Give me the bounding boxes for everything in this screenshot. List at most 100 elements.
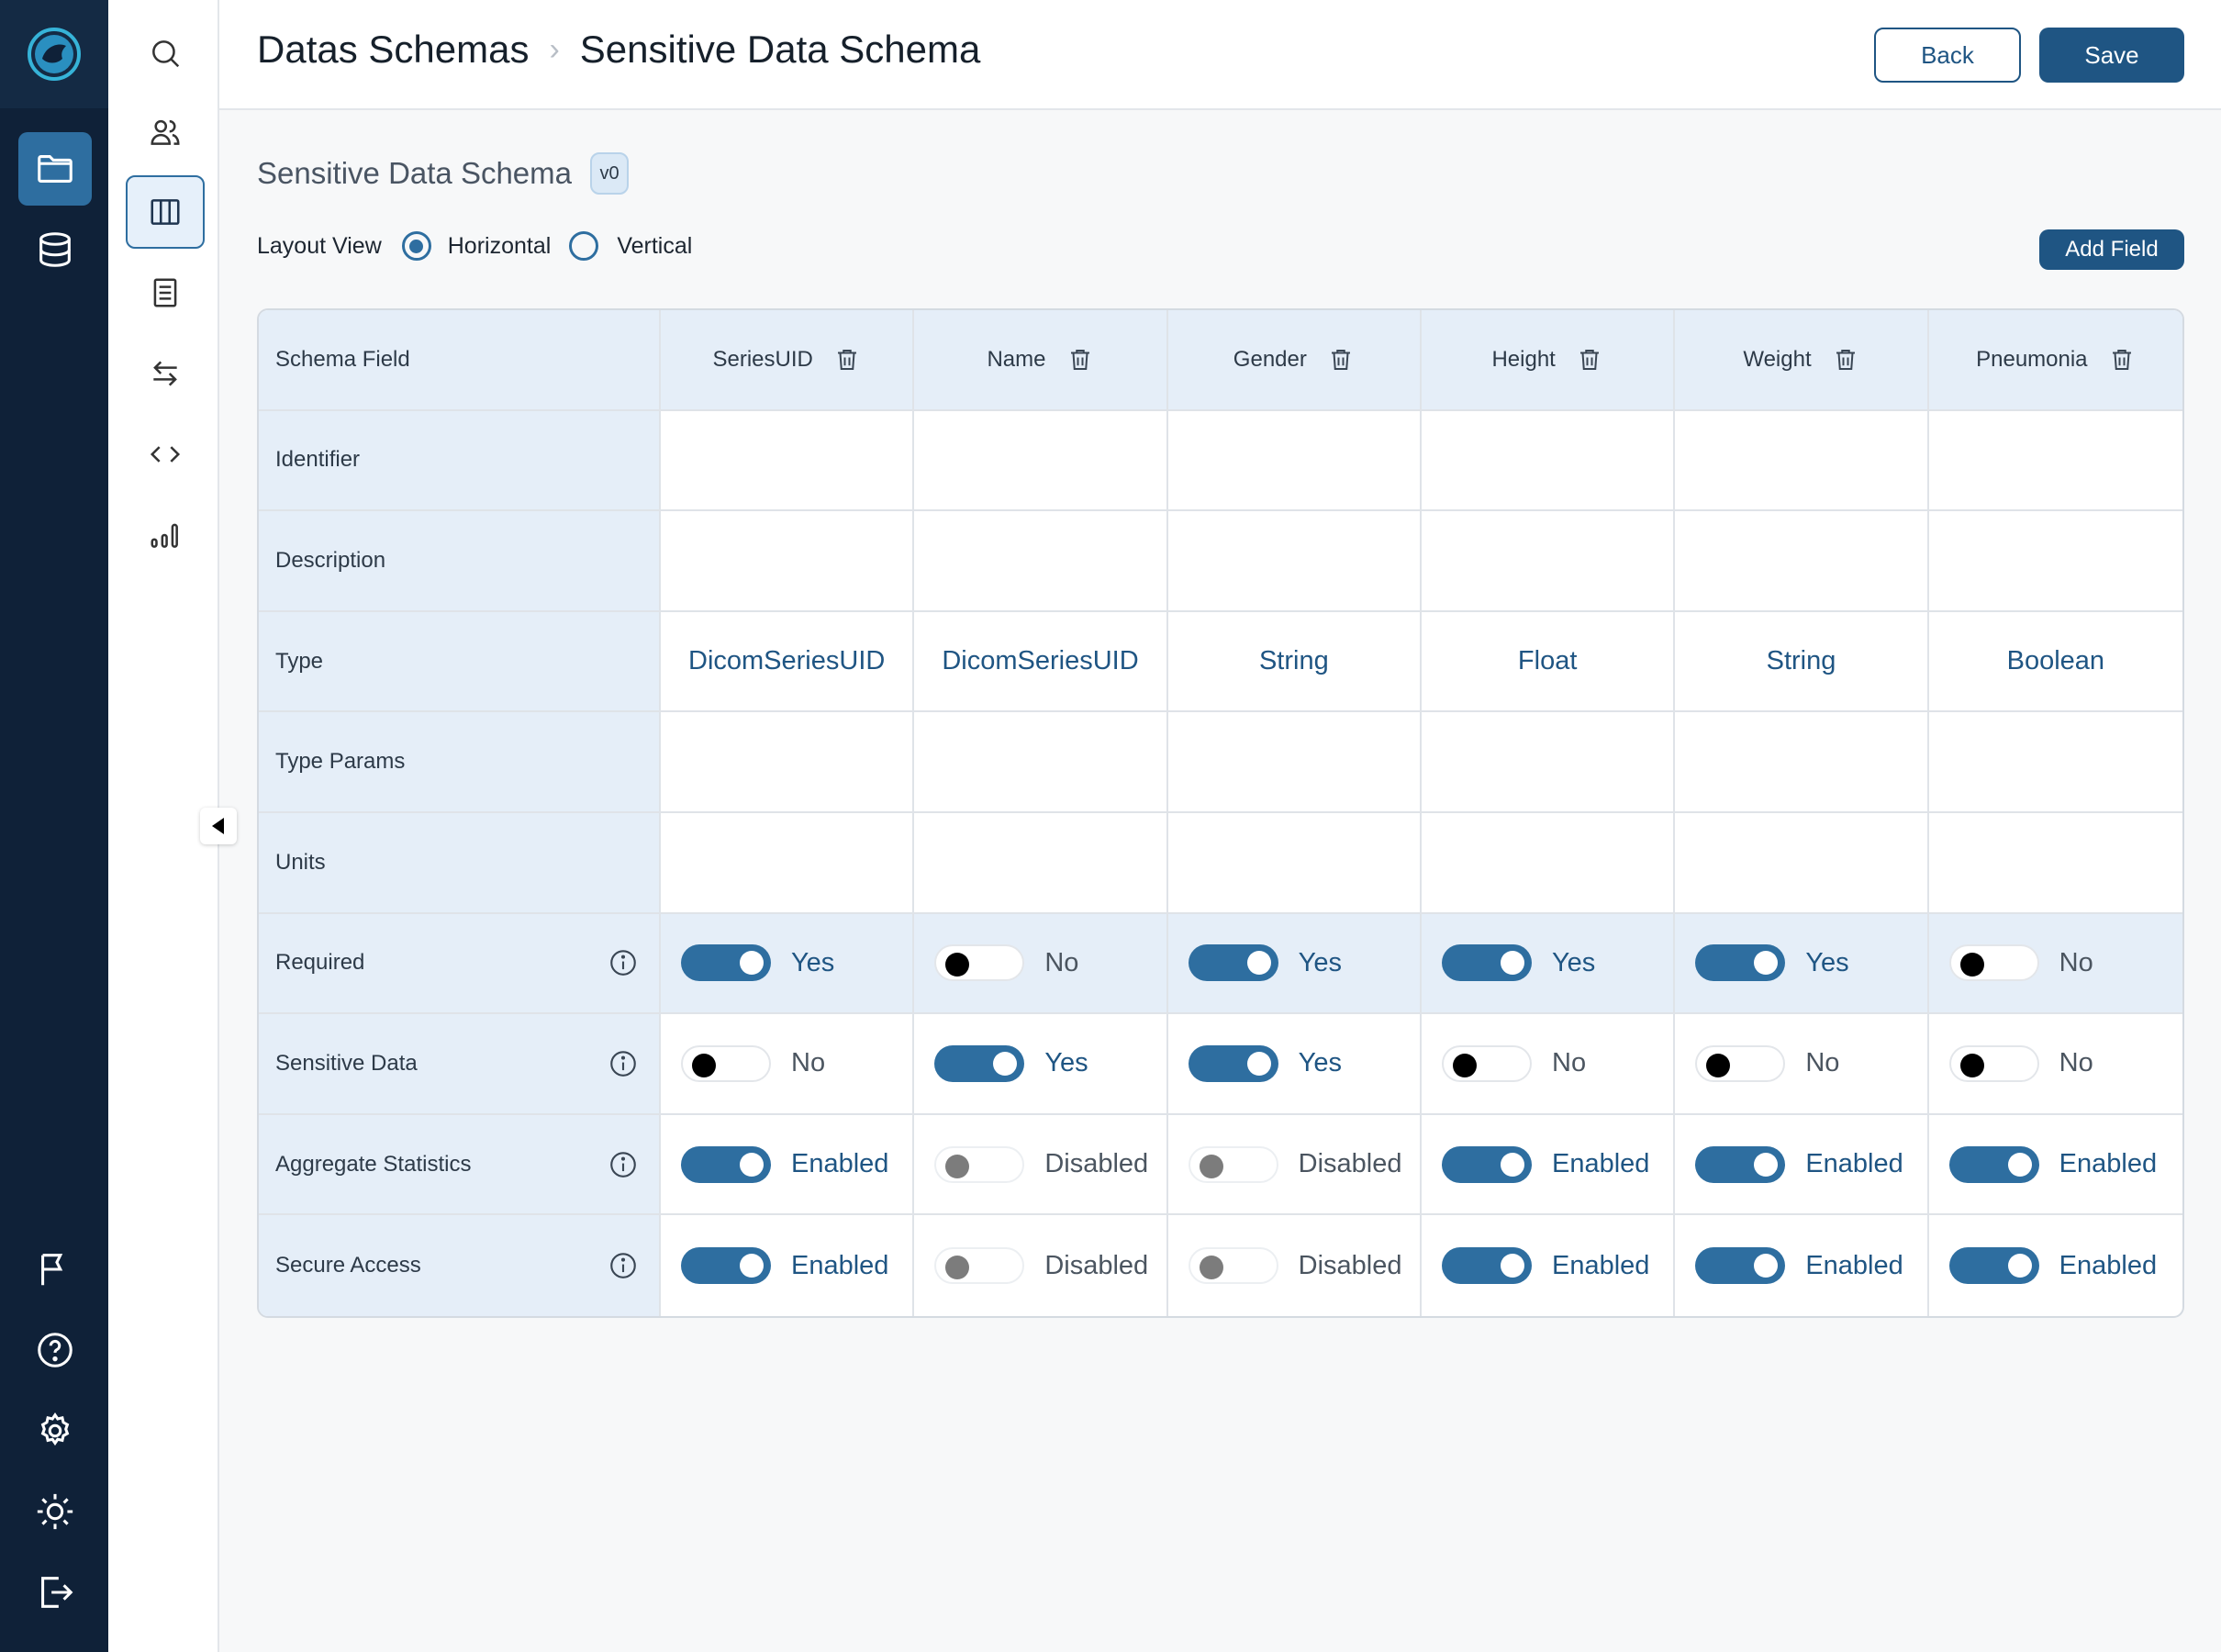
toggle-label: Disabled	[1044, 1149, 1149, 1179]
table-cell[interactable]: DicomSeriesUID	[914, 611, 1168, 713]
trash-icon[interactable]	[2108, 345, 2136, 374]
radio-horizontal[interactable]	[401, 231, 431, 261]
back-button[interactable]: Back	[1874, 28, 2021, 83]
subnav-transfers[interactable]	[126, 337, 205, 410]
table-cell[interactable]	[1675, 410, 1929, 512]
schema-heading: Sensitive Data Schema v0	[257, 152, 630, 195]
table-cell[interactable]	[661, 812, 915, 914]
info-icon[interactable]	[608, 947, 639, 978]
toggle-switch[interactable]	[1442, 1145, 1532, 1183]
table-cell[interactable]	[1422, 511, 1676, 612]
table-cell[interactable]	[1167, 410, 1422, 512]
trash-icon[interactable]	[833, 345, 861, 374]
info-icon[interactable]	[608, 1250, 639, 1281]
table-cell[interactable]: Float	[1422, 611, 1676, 713]
table-cell[interactable]: String	[1167, 611, 1422, 713]
subnav-search[interactable]	[126, 17, 205, 90]
table-cell[interactable]	[914, 511, 1168, 612]
column-header: Pneumonia	[1928, 310, 2182, 411]
table-cell[interactable]	[914, 410, 1168, 512]
toggle-switch[interactable]	[934, 1145, 1025, 1183]
table-cell: Disabled	[914, 1215, 1168, 1316]
table-cell[interactable]	[1422, 410, 1676, 512]
column-header: Gender	[1167, 310, 1422, 411]
app-logo[interactable]	[0, 0, 108, 108]
toggle-switch[interactable]	[681, 944, 771, 982]
table-cell[interactable]	[1422, 812, 1676, 914]
toggle-switch[interactable]	[1188, 1247, 1278, 1285]
table-cell[interactable]: String	[1675, 611, 1929, 713]
nav-theme-toggle[interactable]	[18, 1475, 92, 1548]
radio-horizontal-label[interactable]: Horizontal	[448, 233, 552, 260]
table-cell[interactable]	[914, 812, 1168, 914]
toggle-switch[interactable]	[681, 1044, 771, 1082]
subnav-documents[interactable]	[126, 256, 205, 329]
toggle-switch[interactable]	[1188, 1044, 1278, 1082]
table-cell[interactable]	[1928, 511, 2182, 612]
toggle-switch[interactable]	[681, 1145, 771, 1183]
toggle-switch[interactable]	[1695, 944, 1786, 982]
row-header-label: Units	[275, 849, 326, 875]
breadcrumb-datas-schemas[interactable]: Datas Schemas	[257, 28, 529, 72]
trash-icon[interactable]	[1327, 345, 1355, 374]
collapse-sidebar-button[interactable]	[200, 808, 237, 844]
subnav-code[interactable]	[126, 418, 205, 491]
save-button[interactable]: Save	[2039, 28, 2184, 83]
table-cell: Yes	[1675, 913, 1929, 1015]
table-cell[interactable]	[1928, 813, 2182, 914]
nav-projects[interactable]	[18, 132, 92, 206]
toggle-switch[interactable]	[1948, 944, 2039, 982]
table-cell[interactable]	[1422, 712, 1676, 813]
toggle-switch[interactable]	[1948, 1247, 2039, 1285]
toggle-switch[interactable]	[681, 1247, 771, 1285]
subnav-analytics[interactable]	[126, 498, 205, 572]
table-cell[interactable]	[1167, 712, 1422, 813]
toggle-switch[interactable]	[1948, 1145, 2039, 1183]
nav-logout[interactable]	[18, 1556, 92, 1629]
toggle-switch[interactable]	[1695, 1145, 1786, 1183]
table-cell[interactable]: DicomSeriesUID	[661, 611, 915, 713]
nav-reports[interactable]	[18, 1233, 92, 1306]
table-cell[interactable]	[1675, 712, 1929, 813]
table-cell[interactable]	[1675, 812, 1929, 914]
toggle-switch[interactable]	[934, 944, 1025, 982]
info-icon[interactable]	[608, 1048, 639, 1079]
trash-icon[interactable]	[1832, 345, 1859, 374]
toggle-switch[interactable]	[1442, 1044, 1532, 1082]
toggle-switch[interactable]	[1695, 1247, 1786, 1285]
subnav-schemas[interactable]	[126, 175, 205, 249]
table-cell[interactable]	[1928, 411, 2182, 512]
radio-vertical[interactable]	[569, 231, 599, 261]
toggle-switch[interactable]	[1948, 1044, 2039, 1082]
nav-settings[interactable]	[18, 1394, 92, 1468]
toggle-switch[interactable]	[1695, 1044, 1786, 1082]
nav-datasets[interactable]	[18, 213, 92, 286]
trash-icon[interactable]	[1576, 345, 1603, 374]
toggle-switch[interactable]	[1442, 1247, 1532, 1285]
nav-help[interactable]	[18, 1313, 92, 1387]
toggle-switch[interactable]	[934, 1044, 1025, 1082]
flag-icon	[41, 1254, 63, 1286]
trash-icon[interactable]	[1066, 345, 1094, 374]
toggle-switch[interactable]	[1188, 1145, 1278, 1183]
table-cell[interactable]	[1928, 712, 2182, 813]
table-cell[interactable]	[1167, 511, 1422, 612]
table-cell[interactable]	[1675, 511, 1929, 612]
table-cell[interactable]	[661, 511, 915, 612]
add-field-button[interactable]: Add Field	[2039, 229, 2184, 270]
table-cell[interactable]	[914, 712, 1168, 813]
table-cell[interactable]: Boolean	[1928, 612, 2182, 713]
table-cell: No	[1675, 1014, 1929, 1115]
toggle-switch[interactable]	[934, 1247, 1025, 1285]
info-icon[interactable]	[608, 1149, 639, 1180]
cell-value: Float	[1517, 646, 1578, 676]
toggle-switch[interactable]	[1442, 944, 1532, 982]
caret-left-icon	[212, 818, 224, 834]
radio-vertical-label[interactable]: Vertical	[617, 233, 692, 260]
toggle-label: Enabled	[1552, 1149, 1650, 1179]
table-cell[interactable]	[661, 410, 915, 512]
subnav-users[interactable]	[126, 95, 205, 169]
table-cell[interactable]	[661, 712, 915, 813]
toggle-switch[interactable]	[1188, 944, 1278, 982]
table-cell[interactable]	[1167, 812, 1422, 914]
